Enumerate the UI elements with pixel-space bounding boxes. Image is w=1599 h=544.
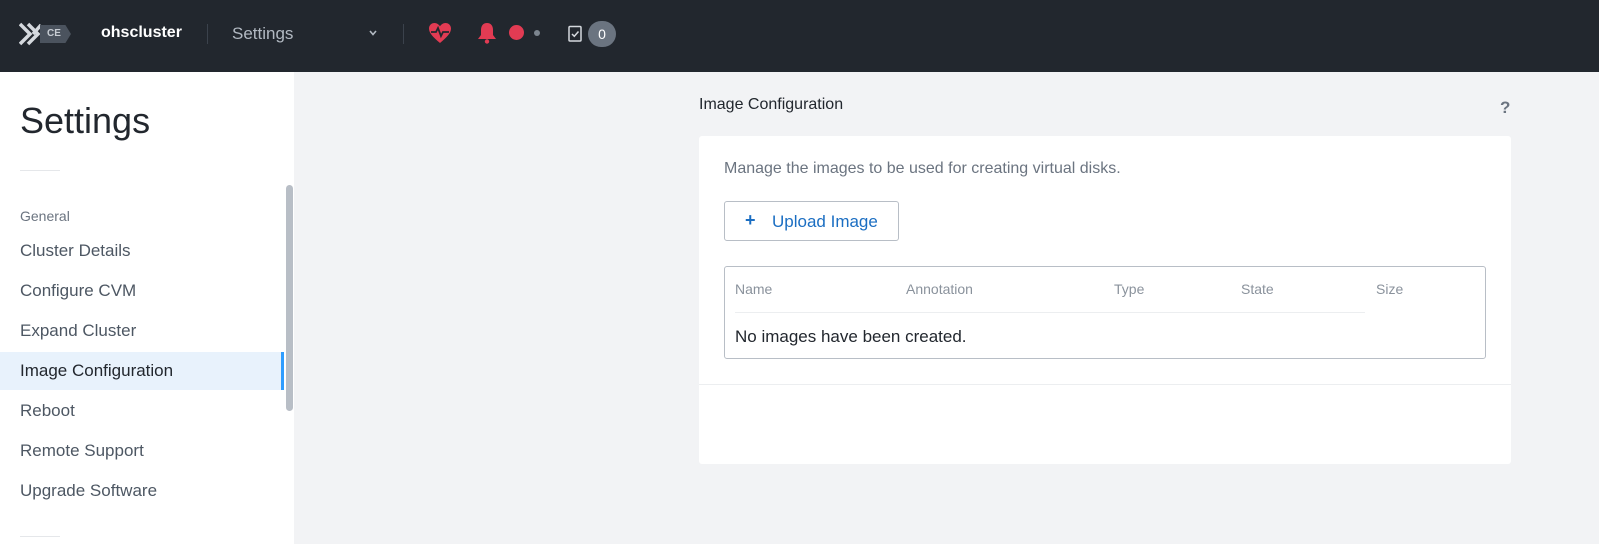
column-header-size[interactable]: Size: [1376, 281, 1403, 297]
nav-divider: [403, 24, 404, 44]
alerts-bell-icon[interactable]: [477, 22, 497, 44]
card-footer-divider: [699, 384, 1511, 385]
cluster-name[interactable]: ohscluster: [101, 24, 182, 42]
page-title: Settings: [20, 100, 151, 141]
table-empty-message: No images have been created.: [735, 327, 967, 346]
sidebar-item-reboot[interactable]: Reboot: [0, 392, 284, 430]
tasks-checklist-icon[interactable]: [568, 25, 582, 42]
column-header-state[interactable]: State: [1241, 281, 1274, 297]
sidebar-item-image-configuration[interactable]: Image Configuration: [0, 352, 284, 390]
top-navbar: CE ohscluster Settings 0: [0, 0, 1599, 72]
navigation-dropdown-value: Settings: [232, 24, 294, 43]
sidebar-item-remote-support[interactable]: Remote Support: [0, 432, 284, 470]
nav-divider: [207, 24, 208, 44]
sidebar-divider: [20, 536, 60, 537]
images-table: Name Annotation Type State Size No image…: [724, 266, 1486, 359]
settings-sidebar: Settings General Cluster Details Configu…: [0, 72, 294, 544]
section-description: Manage the images to be used for creatin…: [724, 160, 1121, 177]
sidebar-divider: [20, 170, 60, 171]
navigation-dropdown[interactable]: Settings: [232, 22, 382, 46]
table-header-divider: [735, 312, 1365, 313]
upload-image-label: Upload Image: [772, 212, 878, 231]
column-header-annotation[interactable]: Annotation: [906, 281, 973, 297]
health-heart-icon[interactable]: [428, 22, 452, 44]
sidebar-item-expand-cluster[interactable]: Expand Cluster: [0, 312, 284, 350]
column-header-name[interactable]: Name: [735, 281, 772, 297]
column-header-type[interactable]: Type: [1114, 281, 1144, 297]
plus-icon: +: [745, 210, 756, 230]
image-configuration-card: Manage the images to be used for creatin…: [699, 136, 1511, 464]
edition-badge: CE: [40, 25, 71, 43]
sidebar-item-upgrade-software[interactable]: Upgrade Software: [0, 472, 284, 510]
app-logo[interactable]: CE: [19, 22, 71, 46]
sidebar-item-configure-cvm[interactable]: Configure CVM: [0, 272, 284, 310]
help-icon[interactable]: ?: [1500, 98, 1510, 118]
task-count-badge[interactable]: 0: [588, 21, 616, 47]
sidebar-group-label: General: [20, 208, 70, 224]
critical-alert-indicator[interactable]: [509, 25, 524, 40]
sidebar-item-cluster-details[interactable]: Cluster Details: [0, 232, 284, 270]
upload-image-button[interactable]: + Upload Image: [724, 201, 899, 241]
section-title: Image Configuration: [699, 96, 844, 113]
chevron-down-icon: [369, 30, 377, 36]
warning-alert-indicator[interactable]: [534, 30, 540, 36]
sidebar-scrollbar[interactable]: [286, 185, 293, 411]
